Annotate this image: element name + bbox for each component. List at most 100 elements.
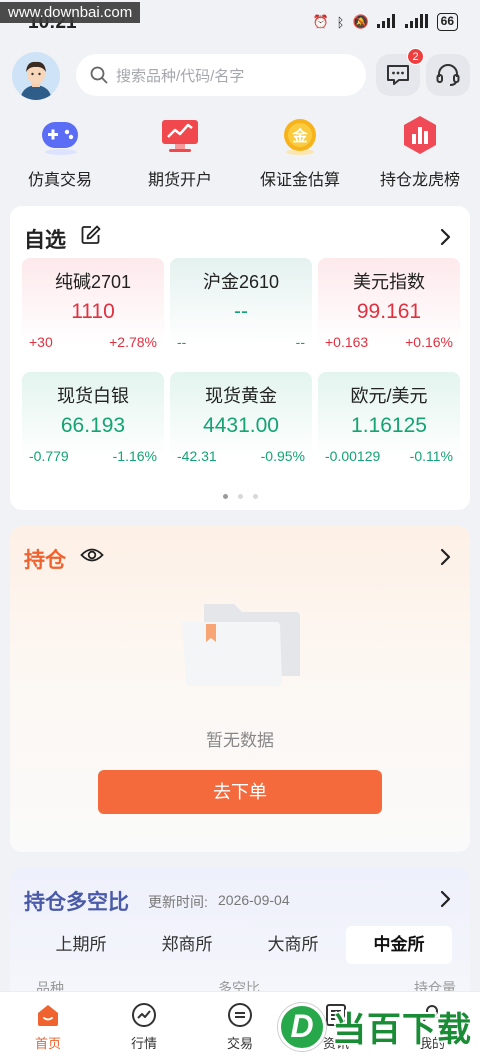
tab-cffex[interactable]: 中金所 <box>346 926 452 964</box>
tab-dce[interactable]: 大商所 <box>240 926 346 964</box>
watchlist-card: 自选 纯碱2701 1110 +30 +2.78% 沪金2610 -- -- -… <box>10 206 470 510</box>
battery-icon: 66 <box>436 13 458 31</box>
quote-name: 纯碱2701 <box>54 272 132 292</box>
exchange-tabs: 上期所 郑商所 大商所 中金所 <box>28 926 452 964</box>
quote-pct: -- <box>295 334 305 350</box>
signal-icon <box>376 13 397 31</box>
quick-item-label: 保证金估算 <box>259 172 340 189</box>
tab-czce[interactable]: 郑商所 <box>134 926 240 964</box>
status-icons: ⏰ ᛒ 🔕 66 <box>312 13 458 31</box>
signal-icon-2 <box>404 13 429 31</box>
quote-tile[interactable]: 美元指数 99.161 +0.163 +0.16% <box>318 258 460 360</box>
mute-icon: 🔕 <box>352 14 369 29</box>
quote-change: -- <box>177 334 187 350</box>
watchlist-title: 自选 <box>24 229 66 252</box>
page-dot <box>252 494 258 499</box>
eye-icon[interactable] <box>80 546 104 564</box>
search-placeholder: 搜索品种/代码/名字 <box>116 67 245 85</box>
gold-coin-icon: 金 <box>277 112 323 158</box>
watchlist-tiles: 纯碱2701 1110 +30 +2.78% 沪金2610 -- -- -- 美… <box>22 258 460 474</box>
tab-shfe[interactable]: 上期所 <box>28 926 134 964</box>
quote-pct: -0.11% <box>409 448 453 464</box>
quick-item-position-ranking[interactable]: 持仓龙虎榜 <box>360 112 480 198</box>
quote-change: +30 <box>29 334 53 350</box>
quote-price: -- <box>234 300 248 323</box>
page-dot <box>222 494 228 499</box>
ranking-bar-icon <box>397 112 443 158</box>
nav-home[interactable]: 首页 <box>0 992 96 1061</box>
quote-change: +0.163 <box>325 334 369 350</box>
quick-item-label: 持仓龙虎榜 <box>379 172 460 189</box>
long-short-ratio-card: 持仓多空比 更新时间: 2026-09-04 上期所 郑商所 大商所 中金所 品… <box>10 868 470 1008</box>
quote-tile[interactable]: 沪金2610 -- -- -- <box>170 258 312 360</box>
quote-tile[interactable]: 纯碱2701 1110 +30 +2.78% <box>22 258 164 360</box>
quote-change: -42.31 <box>177 448 217 464</box>
quote-tile[interactable]: 欧元/美元 1.16125 -0.00129 -0.11% <box>318 372 460 474</box>
quick-item-open-account[interactable]: 期货开户 <box>120 112 240 198</box>
trade-icon <box>228 1003 252 1027</box>
home-icon <box>38 1005 58 1026</box>
nav-trade[interactable]: 交易 <box>192 992 288 1061</box>
top-header: 搜索品种/代码/名字 2 <box>0 46 480 106</box>
quote-name: 美元指数 <box>353 272 425 292</box>
quote-price: 99.161 <box>356 300 422 323</box>
update-time-label: 更新时间: <box>148 894 208 910</box>
quote-pct: -0.95% <box>260 448 305 464</box>
holdings-card: 持仓 暂无数据 去下单 <box>10 526 470 852</box>
quote-price: 1.16125 <box>351 414 427 437</box>
quick-item-label: 期货开户 <box>147 172 212 189</box>
empty-folder-icon <box>182 604 300 686</box>
search-icon <box>90 66 108 84</box>
quote-name: 欧元/美元 <box>350 386 428 406</box>
quote-name: 现货白银 <box>57 386 129 406</box>
quick-item-label: 仿真交易 <box>27 172 92 189</box>
ratio-title: 持仓多空比 <box>24 891 129 914</box>
nav-label: 行情 <box>130 1036 157 1051</box>
quote-price: 4431.00 <box>203 414 279 437</box>
brand-text: 当百下载 <box>332 1011 472 1049</box>
message-button[interactable]: 2 <box>376 48 424 96</box>
gamepad-icon <box>37 112 83 158</box>
quote-tile[interactable]: 现货黄金 4431.00 -42.31 -0.95% <box>170 372 312 474</box>
empty-state-text: 暂无数据 <box>206 731 274 750</box>
brand-logo: D <box>278 1002 326 1051</box>
nav-label: 交易 <box>226 1036 253 1051</box>
place-order-button[interactable]: 去下单 <box>98 770 382 814</box>
brand-watermark: D 当百下载 <box>278 1002 472 1051</box>
quick-menu: 仿真交易 期货开户 金 保证金估算 持仓龙虎榜 <box>0 112 480 198</box>
quick-item-margin-estimate[interactable]: 金 保证金估算 <box>240 112 360 198</box>
edit-icon[interactable] <box>80 224 102 246</box>
page-indicator <box>10 494 470 499</box>
quote-change: -0.00129 <box>325 448 381 464</box>
chevron-right-icon[interactable] <box>434 546 456 568</box>
quote-price: 66.193 <box>60 414 126 437</box>
status-bar: 10:21 www.downbai.com ⏰ ᛒ 🔕 66 <box>0 0 480 46</box>
trend-icon <box>132 1003 156 1027</box>
svg-text:金: 金 <box>291 127 308 145</box>
customer-service-button[interactable] <box>426 54 470 96</box>
update-time-value: 2026-09-04 <box>218 892 290 908</box>
alarm-icon: ⏰ <box>312 14 329 29</box>
page-dot <box>237 494 243 499</box>
nav-market[interactable]: 行情 <box>96 992 192 1061</box>
watermark-text: www.downbai.com <box>0 2 141 23</box>
holdings-title: 持仓 <box>24 549 66 572</box>
chevron-right-icon[interactable] <box>434 226 456 248</box>
search-bar[interactable]: 搜索品种/代码/名字 <box>76 54 366 96</box>
quote-price: 1110 <box>71 300 115 323</box>
quote-tile[interactable]: 现货白银 66.193 -0.779 -1.16% <box>22 372 164 474</box>
message-badge: 2 <box>407 48 424 65</box>
quote-pct: +0.16% <box>405 334 453 350</box>
quote-pct: -1.16% <box>112 448 157 464</box>
quote-pct: +2.78% <box>109 334 157 350</box>
chevron-right-icon[interactable] <box>434 888 456 910</box>
bluetooth-icon: ᛒ <box>336 14 345 30</box>
nav-label: 首页 <box>34 1036 61 1051</box>
chart-monitor-icon <box>157 112 203 158</box>
quote-name: 沪金2610 <box>202 272 280 292</box>
quick-item-simulated-trading[interactable]: 仿真交易 <box>0 112 120 198</box>
quote-change: -0.779 <box>29 448 69 464</box>
headset-icon <box>436 64 460 86</box>
avatar[interactable] <box>12 52 60 100</box>
message-icon <box>387 65 409 85</box>
